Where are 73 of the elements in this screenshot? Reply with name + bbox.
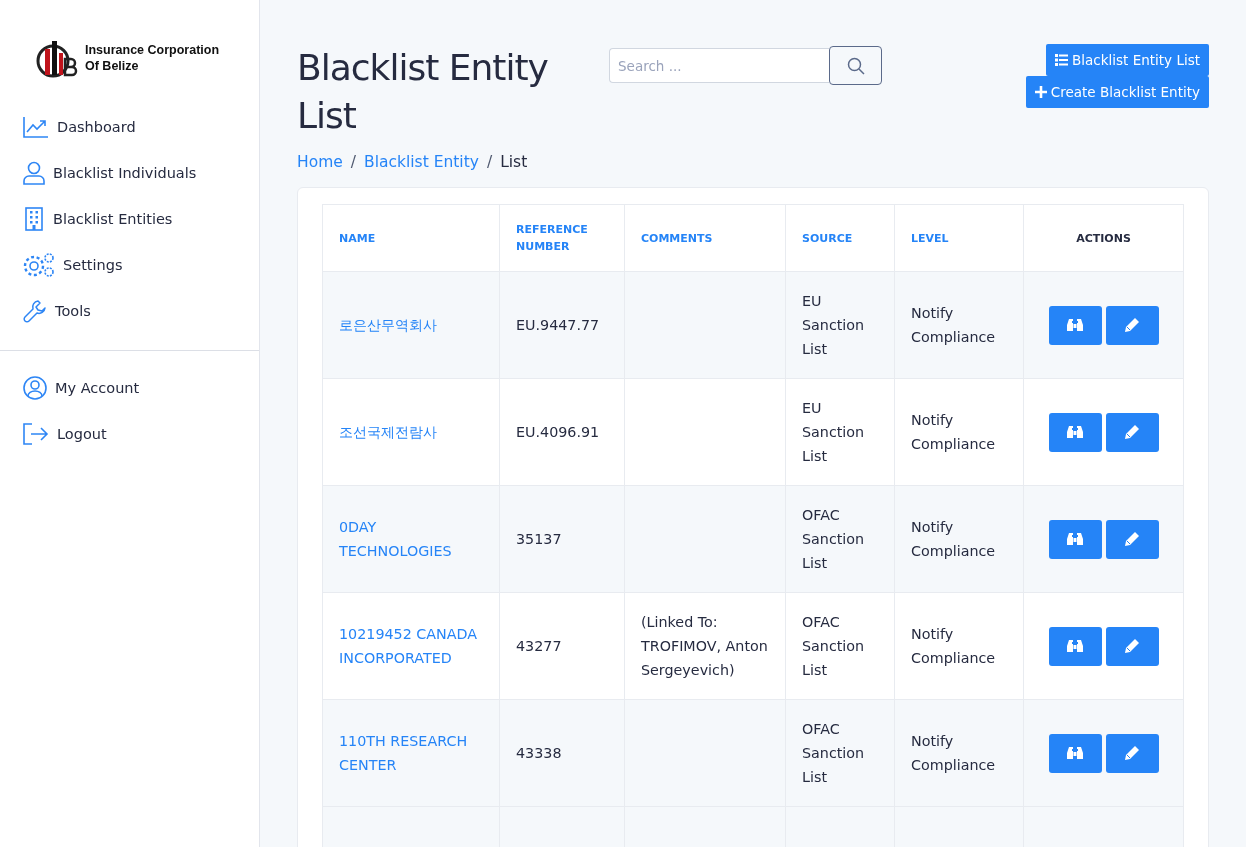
chart-icon: [23, 116, 49, 138]
sidebar-item[interactable]: Blacklist Entities: [23, 196, 236, 242]
comment-text: (Linked To: TROFIMOV, Anton Sergeyevich): [641, 614, 768, 678]
column-header: SOURCE: [785, 204, 895, 272]
level-text: Notify Compliance: [911, 733, 996, 773]
level-text: Notify Compliance: [911, 412, 996, 452]
source-text: EU Sanction List: [802, 293, 865, 357]
pencil-icon: [1124, 531, 1140, 547]
column-header: REFERENCE NUMBER: [499, 204, 625, 272]
level-text: Notify Compliance: [911, 626, 996, 666]
edit-button[interactable]: [1105, 733, 1159, 773]
building-icon: [23, 207, 45, 231]
pencil-icon: [1124, 745, 1140, 761]
list-button[interactable]: Blacklist Entity List: [1046, 44, 1209, 76]
binoculars-icon: [1067, 318, 1083, 332]
search-button[interactable]: [829, 46, 882, 85]
column-header: ACTIONS: [1023, 204, 1184, 272]
binoculars-icon: [1067, 746, 1083, 760]
binoculars-icon: [1067, 425, 1083, 439]
pencil-icon: [1124, 424, 1140, 440]
entity-name-link[interactable]: 조선국제전람사: [339, 420, 483, 444]
search-field[interactable]: Search ...: [609, 48, 829, 83]
breadcrumb-separator: /: [486, 153, 493, 171]
brand-name: Of Belize: [85, 58, 140, 74]
person-icon: [23, 161, 45, 185]
column-header: NAME: [322, 204, 500, 272]
sidebar-item[interactable]: Blacklist Individuals: [23, 150, 236, 196]
level-text: Notify Compliance: [911, 305, 996, 345]
plus-icon: [1034, 86, 1047, 98]
column-header: LEVEL: [894, 204, 1024, 272]
user-circle-icon: [23, 376, 47, 400]
level-text: Notify Compliance: [911, 519, 996, 559]
source-text: OFAC Sanction List: [802, 614, 865, 678]
sidebar-item[interactable]: Dashboard: [23, 104, 236, 150]
column-header: COMMENTS: [624, 204, 786, 272]
view-button[interactable]: [1048, 733, 1102, 773]
pencil-icon: [1124, 638, 1140, 654]
breadcrumb-current: List: [500, 153, 528, 171]
breadcrumb-link[interactable]: Blacklist Entity: [364, 153, 479, 171]
edit-button[interactable]: [1105, 519, 1159, 559]
reference-number: 43338: [516, 745, 562, 761]
pencil-icon: [1124, 317, 1140, 333]
gears-icon: [23, 252, 55, 278]
wrench-icon: [23, 299, 47, 323]
binoculars-icon: [1067, 639, 1083, 653]
sidebar-item[interactable]: Tools: [23, 288, 236, 334]
sidebar-item[interactable]: Logout: [23, 411, 236, 457]
reference-number: EU.9447.77: [516, 317, 600, 333]
view-button[interactable]: [1048, 519, 1102, 559]
brand-name: Insurance Corporation: [85, 42, 220, 58]
binoculars-icon: [1067, 532, 1083, 546]
sidebar-item[interactable]: My Account: [23, 365, 236, 411]
reference-number: 35137: [516, 531, 562, 547]
view-button[interactable]: [1048, 305, 1102, 345]
source-text: EU Sanction List: [802, 400, 865, 464]
search-icon: [846, 56, 865, 75]
reference-number: 43277: [516, 638, 562, 654]
edit-button[interactable]: [1105, 626, 1159, 666]
create-button[interactable]: Create Blacklist Entity: [1025, 76, 1209, 108]
view-button[interactable]: [1048, 412, 1102, 452]
entity-name-link[interactable]: 로은산무역회사: [339, 313, 483, 337]
breadcrumb-separator: /: [350, 153, 356, 171]
sidebar-item[interactable]: Settings: [23, 242, 236, 288]
view-button[interactable]: [1048, 626, 1102, 666]
reference-number: EU.4096.91: [516, 424, 600, 440]
edit-button[interactable]: [1105, 412, 1159, 452]
logout-icon: [23, 423, 49, 445]
edit-button[interactable]: [1105, 305, 1159, 345]
breadcrumb-link[interactable]: Home: [297, 153, 343, 171]
list-icon: [1055, 54, 1069, 66]
page-title: Blacklist Entity List: [297, 46, 549, 138]
source-text: OFAC Sanction List: [802, 507, 865, 571]
source-text: OFAC Sanction List: [802, 721, 865, 785]
